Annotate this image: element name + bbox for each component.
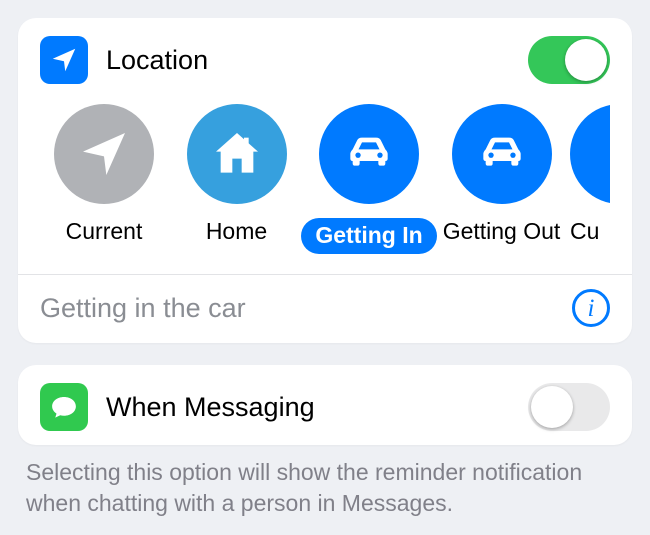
car-icon bbox=[452, 104, 552, 204]
car-icon bbox=[319, 104, 419, 204]
messaging-title: When Messaging bbox=[106, 392, 315, 423]
home-icon bbox=[187, 104, 287, 204]
location-detail-row: Getting in the car i bbox=[40, 275, 610, 327]
location-option-getting-in[interactable]: Getting In bbox=[305, 104, 433, 254]
toggle-knob bbox=[531, 386, 573, 428]
location-title: Location bbox=[106, 45, 208, 76]
navigate-icon bbox=[54, 104, 154, 204]
option-label: Cu bbox=[570, 218, 599, 245]
option-label: Getting Out bbox=[443, 218, 561, 245]
option-label: Current bbox=[66, 218, 143, 245]
location-option-custom[interactable]: Cu bbox=[570, 104, 610, 245]
location-option-current[interactable]: Current bbox=[40, 104, 168, 245]
location-option-home[interactable]: Home bbox=[173, 104, 301, 245]
info-icon[interactable]: i bbox=[572, 289, 610, 327]
location-option-getting-out[interactable]: Getting Out bbox=[438, 104, 566, 245]
location-toggle[interactable] bbox=[528, 36, 610, 84]
messaging-section: When Messaging bbox=[18, 365, 632, 445]
location-icon bbox=[40, 36, 88, 84]
location-header-row: Location bbox=[40, 36, 610, 84]
messaging-header-row: When Messaging bbox=[40, 383, 610, 431]
messages-icon bbox=[40, 383, 88, 431]
location-detail-text[interactable]: Getting in the car bbox=[40, 293, 246, 324]
location-section: Location Current Home bbox=[18, 18, 632, 343]
location-options: Current Home Getting In bbox=[40, 104, 610, 254]
toggle-knob bbox=[565, 39, 607, 81]
ellipsis-icon bbox=[570, 104, 610, 204]
option-label: Home bbox=[206, 218, 267, 245]
option-label: Getting In bbox=[301, 218, 436, 254]
messaging-toggle[interactable] bbox=[528, 383, 610, 431]
messaging-hint: Selecting this option will show the remi… bbox=[18, 457, 632, 525]
